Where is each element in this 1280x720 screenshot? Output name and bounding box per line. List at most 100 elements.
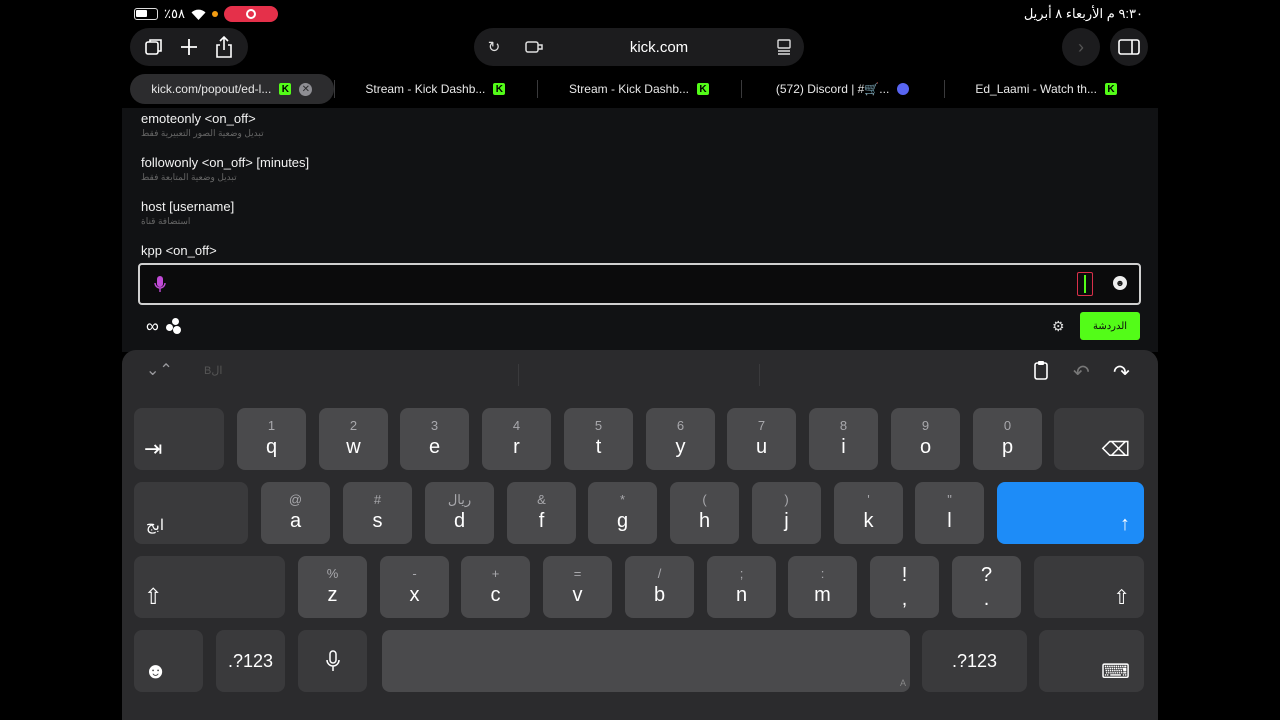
hide-keyboard-key[interactable]: ⌨ — [1039, 630, 1144, 692]
tab-overview-button[interactable] — [140, 33, 168, 61]
undo-icon[interactable]: ↶ — [1073, 360, 1090, 385]
autocomplete-suggestion[interactable]: Bال — [204, 364, 222, 377]
key-x[interactable]: -x — [380, 556, 449, 618]
chat-message-input[interactable]: ☻ — [138, 263, 1141, 305]
key-secondary: / — [657, 566, 662, 581]
send-chat-button[interactable]: الدردشة — [1080, 312, 1140, 340]
key-secondary: - — [412, 566, 417, 581]
command-suggestion[interactable]: kpp <on_off> — [141, 243, 217, 258]
kick-points-icon[interactable] — [166, 318, 182, 334]
language-key-label: ابج — [146, 517, 165, 534]
key-w[interactable]: 2w — [319, 408, 388, 470]
sidebar-icon — [1118, 39, 1140, 55]
tab-kick-popout[interactable]: kick.com/popout/ed-l... K ✕ — [130, 74, 334, 104]
key-d[interactable]: ريال d — [425, 482, 494, 544]
command-suggestion[interactable]: host [username] استضافة قناة — [141, 199, 234, 227]
key-s[interactable]: # s — [343, 482, 412, 544]
key-c[interactable]: + c — [461, 556, 530, 618]
key-t[interactable]: 5t — [564, 408, 633, 470]
tab-key[interactable]: ⇥ — [134, 408, 224, 470]
redo-icon[interactable]: ↷ — [1113, 360, 1130, 385]
plus-icon — [180, 39, 197, 55]
divider — [518, 364, 519, 386]
send-key[interactable]: ↑ — [997, 482, 1144, 544]
key-y[interactable]: 6y — [646, 408, 715, 470]
share-button[interactable] — [210, 33, 238, 61]
key-primary: j — [784, 510, 789, 532]
key-secondary: 0 — [1003, 418, 1012, 433]
new-tab-button[interactable] — [175, 33, 203, 61]
key-g[interactable]: * g — [588, 482, 657, 544]
emoji-picker-icon[interactable]: ☻ — [1113, 276, 1127, 290]
key-j[interactable]: ) j — [752, 482, 821, 544]
delete-key[interactable]: ⌫ — [1054, 408, 1144, 470]
key-z[interactable]: % z — [298, 556, 367, 618]
key-u[interactable]: 7u — [727, 408, 796, 470]
key-primary: b — [653, 584, 666, 606]
numbers-key-right[interactable]: .?123 — [922, 630, 1027, 692]
key-o[interactable]: 9o — [891, 408, 960, 470]
paste-icon[interactable] — [1032, 360, 1050, 386]
reload-icon[interactable]: ↻ — [480, 33, 508, 61]
key-primary: w — [346, 436, 361, 458]
emoji-key[interactable]: ☻ — [134, 630, 203, 692]
dictation-key[interactable] — [298, 630, 367, 692]
key-e[interactable]: 3e — [400, 408, 469, 470]
url-text[interactable]: kick.com — [554, 39, 764, 56]
command-suggestion[interactable]: emoteonly <on_off> تبديل وضعية الصور الت… — [141, 111, 264, 139]
extensions-icon[interactable] — [520, 33, 548, 61]
key-secondary: % — [326, 566, 339, 581]
screen-recording-indicator[interactable] — [223, 6, 278, 22]
key-primary: e — [428, 436, 441, 458]
key-n[interactable]: ; n — [707, 556, 776, 618]
numbers-key-left[interactable]: .?123 — [216, 630, 285, 692]
space-bar[interactable]: A — [382, 630, 910, 692]
key-m[interactable]: :m — [788, 556, 857, 618]
chevron-down-up-icon[interactable]: ⌄⌃ — [146, 360, 173, 380]
key-k[interactable]: ' k — [834, 482, 903, 544]
key-secondary: = — [573, 566, 582, 581]
key-r[interactable]: 4r — [482, 408, 551, 470]
key-secondary: ? — [980, 564, 993, 586]
reader-mode-icon[interactable] — [770, 33, 798, 61]
key-a[interactable]: @ a — [261, 482, 330, 544]
microphone-icon[interactable] — [154, 275, 166, 293]
tab-stream-dashboard-2[interactable]: Stream - Kick Dashb... K — [537, 74, 741, 104]
key-secondary: ' — [867, 492, 870, 507]
shift-key-left[interactable]: ⇧ — [134, 556, 285, 618]
key-primary: o — [919, 436, 932, 458]
key-primary: l — [947, 510, 952, 532]
chat-footer: ∞ ⚙ الدردشة — [122, 310, 1158, 344]
key-comma[interactable]: !, — [870, 556, 939, 618]
tab-ed-laami[interactable]: Ed_Laami - Watch th... K — [944, 74, 1148, 104]
key-f[interactable]: & f — [507, 482, 576, 544]
key-primary: . — [983, 588, 990, 610]
key-q[interactable]: 1q — [237, 408, 306, 470]
key-secondary: : — [820, 566, 825, 581]
sidebar-button[interactable] — [1110, 28, 1148, 66]
address-bar[interactable]: ↻ kick.com — [474, 28, 804, 66]
battery-percent: ٪٥٨ — [164, 6, 185, 21]
mic-in-use-dot — [211, 11, 218, 17]
shift-key-right[interactable]: ⇧ — [1034, 556, 1144, 618]
key-secondary: 4 — [512, 418, 521, 433]
close-icon[interactable]: ✕ — [299, 82, 313, 96]
keyboard-shortcut-bar: ⌄⌃ Bال ↶ ↷ — [122, 358, 1158, 388]
key-h[interactable]: (h — [670, 482, 739, 544]
key-primary: c — [490, 584, 501, 606]
command-suggestion[interactable]: followonly <on_off> [minutes] تبديل وضعي… — [141, 155, 309, 183]
language-key[interactable]: ابج — [134, 482, 248, 544]
key-i[interactable]: 8i — [809, 408, 878, 470]
gear-icon[interactable]: ⚙ — [1052, 318, 1065, 335]
key-primary: r — [513, 436, 520, 458]
key-v[interactable]: = v — [543, 556, 612, 618]
infinity-icon[interactable]: ∞ — [146, 316, 159, 337]
tab-stream-dashboard-1[interactable]: Stream - Kick Dashb... K — [333, 74, 538, 104]
forward-button[interactable]: › — [1062, 28, 1100, 66]
key-l[interactable]: " l — [915, 482, 984, 544]
key-p[interactable]: 0p — [973, 408, 1042, 470]
key-period[interactable]: ?. — [952, 556, 1021, 618]
key-b[interactable]: / b — [625, 556, 694, 618]
tab-discord[interactable]: (572) Discord | #🛒... — [740, 74, 945, 104]
key-primary: g — [616, 510, 629, 532]
